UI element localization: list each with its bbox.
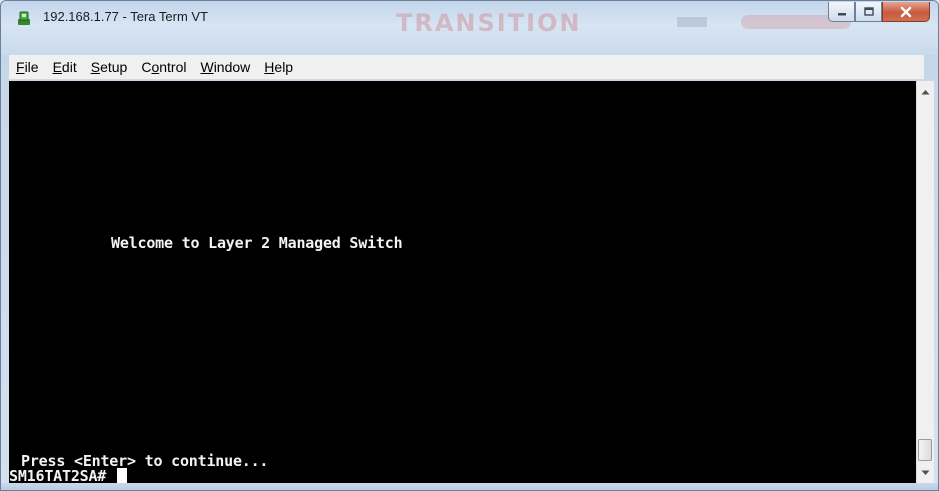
prompt-text: SM16TAT2SA# <box>9 467 115 483</box>
menu-edit-accel: E <box>52 59 62 75</box>
menu-edit[interactable]: Edit <box>46 56 84 78</box>
scrollbar-thumb[interactable] <box>918 439 932 461</box>
menu-control-label: ntrol <box>159 59 187 75</box>
scroll-down-button[interactable] <box>917 464 934 481</box>
menu-control[interactable]: Control <box>134 56 193 78</box>
tera-term-window: TRANSITION 192.168.1.77 - Tera Term VT F… <box>0 0 939 491</box>
title-bar-decoration <box>677 17 707 27</box>
scroll-up-button[interactable] <box>917 83 934 100</box>
title-bar-watermark: TRANSITION <box>396 9 582 37</box>
text-cursor <box>116 468 127 483</box>
window-title: 192.168.1.77 - Tera Term VT <box>43 9 209 24</box>
title-bar[interactable]: TRANSITION 192.168.1.77 - Tera Term VT <box>1 1 938 55</box>
close-icon <box>900 6 912 17</box>
minimize-button[interactable] <box>828 2 855 22</box>
menu-window-label: indow <box>213 59 251 75</box>
menu-setup-label: etup <box>100 59 128 75</box>
minimize-icon <box>837 12 846 15</box>
welcome-message: Welcome to Layer 2 Managed Switch <box>111 234 403 252</box>
vertical-scrollbar[interactable] <box>916 81 934 483</box>
maximize-icon <box>863 6 874 16</box>
tera-term-icon[interactable] <box>15 9 33 27</box>
window-bottom-border <box>1 483 938 490</box>
menu-help-accel: H <box>264 59 275 75</box>
arrow-up-icon <box>921 89 930 94</box>
arrow-down-icon <box>921 470 930 475</box>
terminal-screen[interactable]: Welcome to Layer 2 Managed Switch Press … <box>9 81 916 483</box>
menu-bar: File Edit Setup Control Window Help <box>9 55 924 80</box>
command-prompt: SM16TAT2SA# <box>9 467 127 483</box>
menu-setup[interactable]: Setup <box>84 56 135 78</box>
maximize-button[interactable] <box>855 2 882 22</box>
menu-control-prefix: C <box>141 59 152 75</box>
close-button[interactable] <box>882 2 930 22</box>
menu-window-accel: W <box>200 59 214 75</box>
menu-file-label: ile <box>24 59 39 75</box>
menu-file-accel: F <box>16 59 25 75</box>
menu-setup-accel: S <box>90 59 101 75</box>
menu-help-label: elp <box>274 59 294 75</box>
menu-help[interactable]: Help <box>257 56 300 78</box>
caption-buttons <box>828 2 930 28</box>
menu-file[interactable]: File <box>9 56 46 78</box>
menu-window[interactable]: Window <box>193 56 257 78</box>
menu-edit-label: dit <box>61 59 77 75</box>
